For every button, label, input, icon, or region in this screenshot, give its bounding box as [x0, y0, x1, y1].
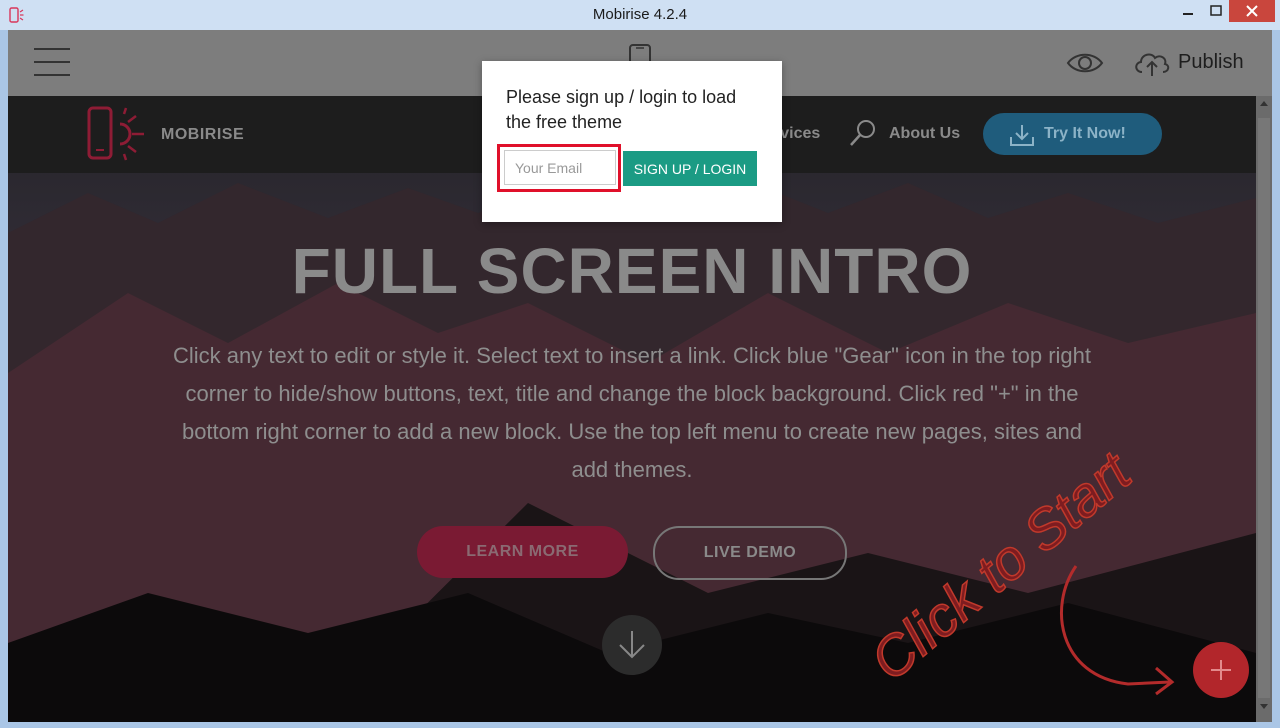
logo-icon	[87, 106, 144, 161]
live-demo-button[interactable]: LIVE DEMO	[653, 526, 847, 580]
learn-more-label: LEARN MORE	[466, 543, 579, 560]
hamburger-icon[interactable]	[34, 48, 70, 76]
publish-label: Publish	[1178, 51, 1244, 73]
arrow-down-icon	[619, 631, 645, 659]
nav-item-about-us[interactable]: About Us	[889, 125, 960, 143]
scroll-down-arrow-icon[interactable]	[1260, 702, 1268, 710]
hero-text[interactable]: Click any text to edit or style it. Sele…	[168, 337, 1096, 489]
window-frame-bottom	[0, 722, 1280, 728]
live-demo-label: LIVE DEMO	[703, 544, 797, 561]
vertical-scrollbar[interactable]	[1256, 96, 1272, 722]
try-it-now-button[interactable]: Try It Now!	[983, 113, 1162, 155]
scrollbar-thumb[interactable]	[1258, 118, 1270, 698]
download-icon	[1010, 125, 1034, 146]
search-icon	[850, 120, 875, 146]
signup-login-button[interactable]: SIGN UP / LOGIN	[623, 151, 757, 186]
close-button[interactable]	[1229, 0, 1275, 22]
scroll-up-arrow-icon[interactable]	[1260, 100, 1268, 108]
window-title: Mobirise 4.2.4	[592, 6, 688, 23]
add-block-button[interactable]	[1193, 642, 1249, 698]
window-titlebar: Mobirise 4.2.4	[0, 0, 1280, 30]
hero-title[interactable]: FULL SCREEN INTRO	[8, 234, 1256, 308]
cloud-upload-icon	[1135, 53, 1170, 76]
window-frame-right	[1272, 30, 1280, 728]
maximize-button[interactable]	[1201, 0, 1231, 22]
window-frame-left	[0, 30, 8, 728]
minimize-button[interactable]	[1173, 0, 1203, 22]
email-input[interactable]	[504, 150, 616, 185]
learn-more-button[interactable]: LEARN MORE	[417, 526, 628, 578]
scroll-down-button[interactable]	[602, 615, 662, 675]
curved-arrow-icon	[1060, 565, 1175, 696]
brand-name[interactable]: MOBIRISE	[161, 126, 244, 144]
signup-message: Please sign up / login to load the free …	[506, 87, 737, 132]
eye-icon[interactable]	[1066, 50, 1104, 76]
try-it-now-label: Try It Now!	[1044, 125, 1126, 142]
plus-icon	[1211, 660, 1231, 680]
signup-modal: Please sign up / login to load the free …	[482, 61, 782, 222]
